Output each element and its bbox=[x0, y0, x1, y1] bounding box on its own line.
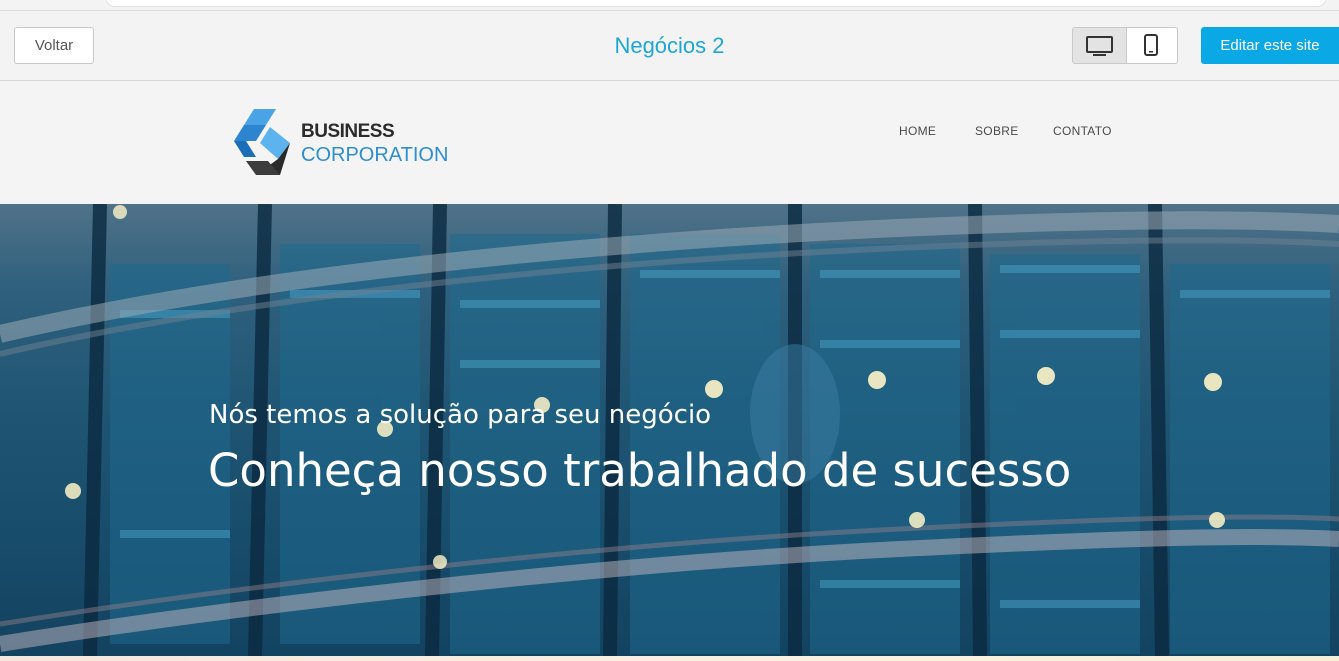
mobile-icon bbox=[1144, 34, 1158, 56]
hero-banner: Nós temos a solução para seu negócio Con… bbox=[0, 204, 1339, 656]
site-header: BUSINESS CORPORATION HOME SOBRE CONTATO bbox=[0, 81, 1339, 204]
desktop-icon bbox=[1086, 36, 1113, 56]
nav-contato[interactable]: CONTATO bbox=[1053, 124, 1112, 138]
mobile-view-button[interactable] bbox=[1127, 28, 1177, 63]
hero-subtitle: Nós temos a solução para seu negócio bbox=[209, 400, 712, 430]
next-section-edge bbox=[0, 656, 1339, 661]
business-logo-icon[interactable] bbox=[232, 109, 292, 177]
nav-sobre[interactable]: SOBRE bbox=[975, 124, 1019, 138]
logo-line-2: CORPORATION bbox=[301, 144, 449, 166]
browser-top-strip bbox=[0, 0, 1339, 11]
hero-background-image bbox=[0, 204, 1339, 656]
address-area bbox=[105, 0, 1327, 7]
nav-home[interactable]: HOME bbox=[899, 124, 936, 138]
device-toggle bbox=[1072, 27, 1178, 64]
desktop-view-button[interactable] bbox=[1073, 28, 1127, 63]
logo-line-1: BUSINESS bbox=[301, 121, 395, 142]
hero-title: Conheça nosso trabalhado de sucesso bbox=[208, 444, 1072, 497]
editor-toolbar: Voltar Negócios 2 Editar este site bbox=[0, 11, 1339, 81]
edit-site-button[interactable]: Editar este site bbox=[1201, 27, 1339, 64]
